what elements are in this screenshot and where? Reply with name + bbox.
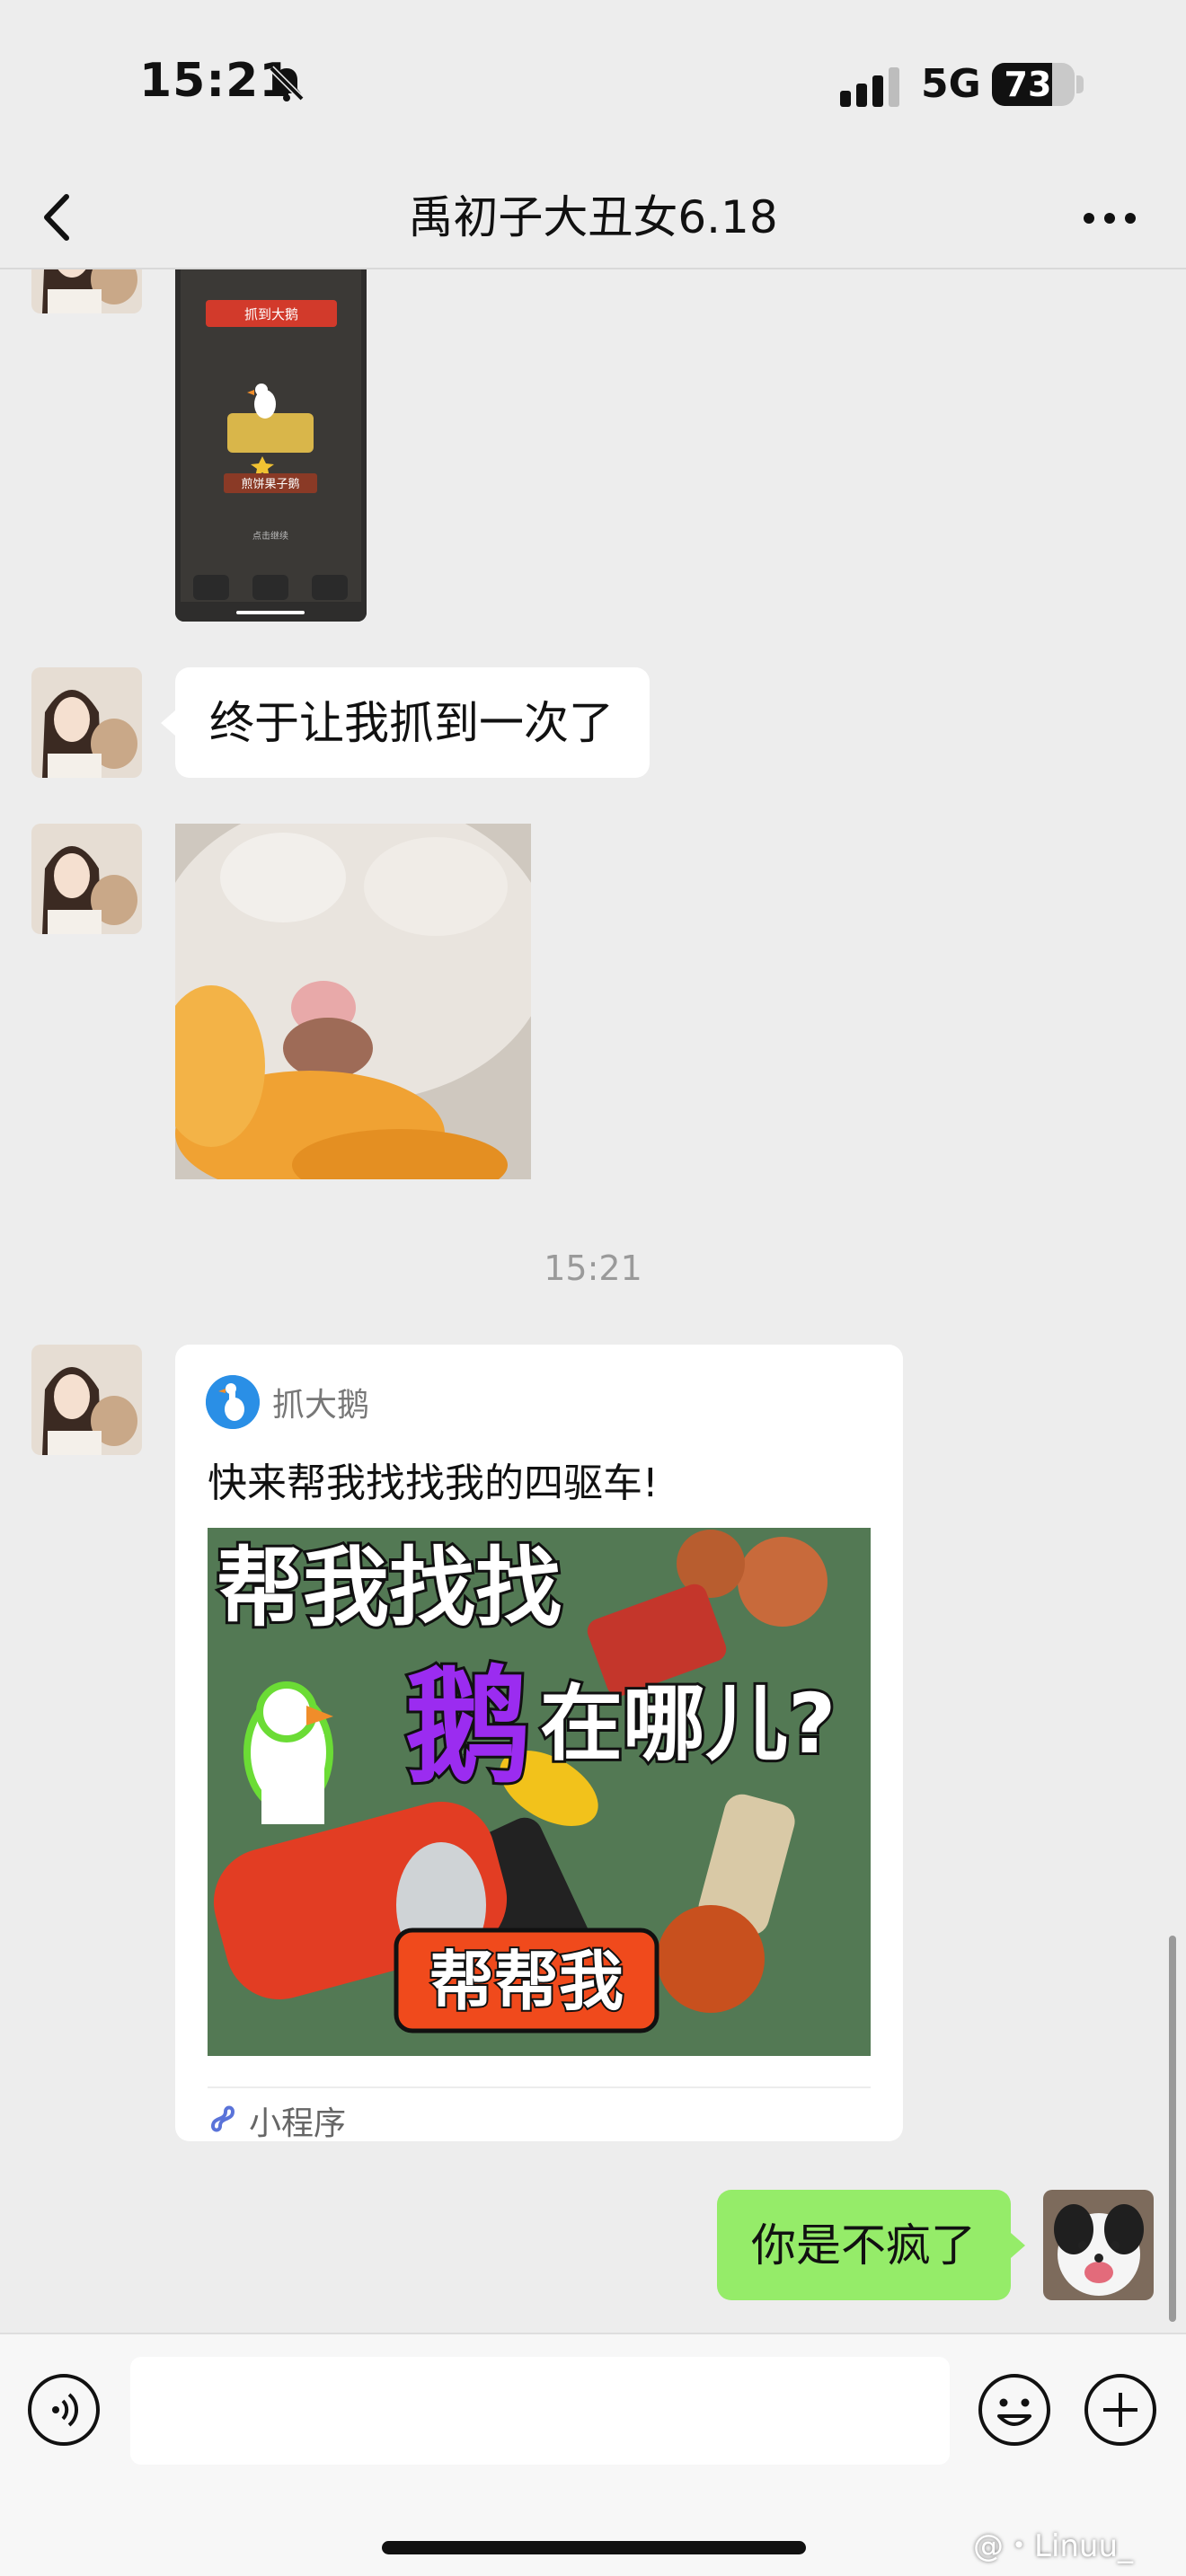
mini-program-card[interactable]: 抓大鹅 快来帮我找找我的四驱车! 帮我找找 鹅 在哪儿? 帮帮我 小程序 bbox=[175, 1345, 903, 2142]
home-indicator[interactable] bbox=[382, 2541, 806, 2554]
game-hint-text: 点击继续 bbox=[252, 530, 288, 542]
chevron-left-icon[interactable] bbox=[36, 186, 81, 249]
avatar-contact[interactable] bbox=[31, 824, 142, 934]
message-timestamp: 15:21 bbox=[544, 1248, 642, 1288]
mini-program-label: 小程序 bbox=[249, 2105, 347, 2142]
battery-cap bbox=[1076, 75, 1084, 93]
thumb-title-goose: 鹅 bbox=[405, 1654, 531, 1801]
chat-title: 禹初子大丑女6.18 bbox=[408, 191, 778, 243]
status-bar: 15:21 5G 73 bbox=[0, 0, 1186, 166]
battery-indicator: 73 bbox=[992, 63, 1075, 106]
thumb-title-line1: 帮我找找 bbox=[217, 1538, 562, 1638]
mini-program-name: 抓大鹅 bbox=[272, 1387, 370, 1424]
message-bubble-sent[interactable]: 你是不疯了 bbox=[717, 2190, 1011, 2300]
bubble-tail bbox=[1011, 2233, 1025, 2258]
message-bubble-received[interactable]: 终于让我抓到一次了 bbox=[175, 667, 650, 778]
scroll-indicator[interactable] bbox=[1169, 1936, 1176, 2322]
card-divider bbox=[208, 2086, 871, 2088]
watermark: @・Linuu_ bbox=[973, 2528, 1134, 2564]
mini-program-thumbnail[interactable]: 帮我找找 鹅 在哪儿? 帮帮我 bbox=[208, 1528, 871, 2056]
goose-app-icon bbox=[206, 1375, 260, 1429]
avatar-contact[interactable] bbox=[31, 1345, 142, 1455]
thumb-help-button: 帮帮我 bbox=[429, 1944, 624, 2019]
more-dots-icon[interactable] bbox=[1078, 200, 1141, 236]
avatar-self[interactable] bbox=[1043, 2190, 1154, 2300]
game-item-name: 煎饼果子鹅 bbox=[241, 477, 299, 491]
message-text: 你是不疯了 bbox=[751, 2219, 976, 2272]
mini-program-link-icon bbox=[210, 2105, 235, 2132]
network-type: 5G bbox=[921, 61, 981, 107]
avatar-contact[interactable] bbox=[31, 269, 142, 313]
game-banner-text: 抓到大鹅 bbox=[244, 306, 298, 322]
nav-bar: 禹初子大丑女6.18 bbox=[0, 166, 1186, 269]
plus-icon[interactable] bbox=[1084, 2373, 1157, 2447]
message-text: 终于让我抓到一次了 bbox=[209, 696, 614, 749]
signal-icon bbox=[840, 67, 899, 107]
game-screenshot-image[interactable]: 抓到大鹅 煎饼果子鹅 点击继续 bbox=[175, 269, 367, 622]
chat-area[interactable]: 抓到大鹅 煎饼果子鹅 点击继续 终于让我抓到一次了 15:21 抓大鹅 快来帮我… bbox=[0, 269, 1186, 2333]
cat-image[interactable] bbox=[175, 824, 531, 1179]
thumb-title-where: 在哪儿? bbox=[540, 1676, 836, 1772]
bubble-tail bbox=[161, 710, 175, 736]
battery-percent: 73 bbox=[1004, 65, 1052, 104]
emoji-icon[interactable] bbox=[978, 2373, 1051, 2447]
mini-program-description: 快来帮我找找我的四驱车! bbox=[208, 1460, 659, 1506]
message-input[interactable] bbox=[130, 2357, 950, 2465]
voice-icon[interactable] bbox=[27, 2373, 101, 2447]
avatar-contact[interactable] bbox=[31, 667, 142, 778]
bell-muted-icon bbox=[269, 66, 305, 101]
